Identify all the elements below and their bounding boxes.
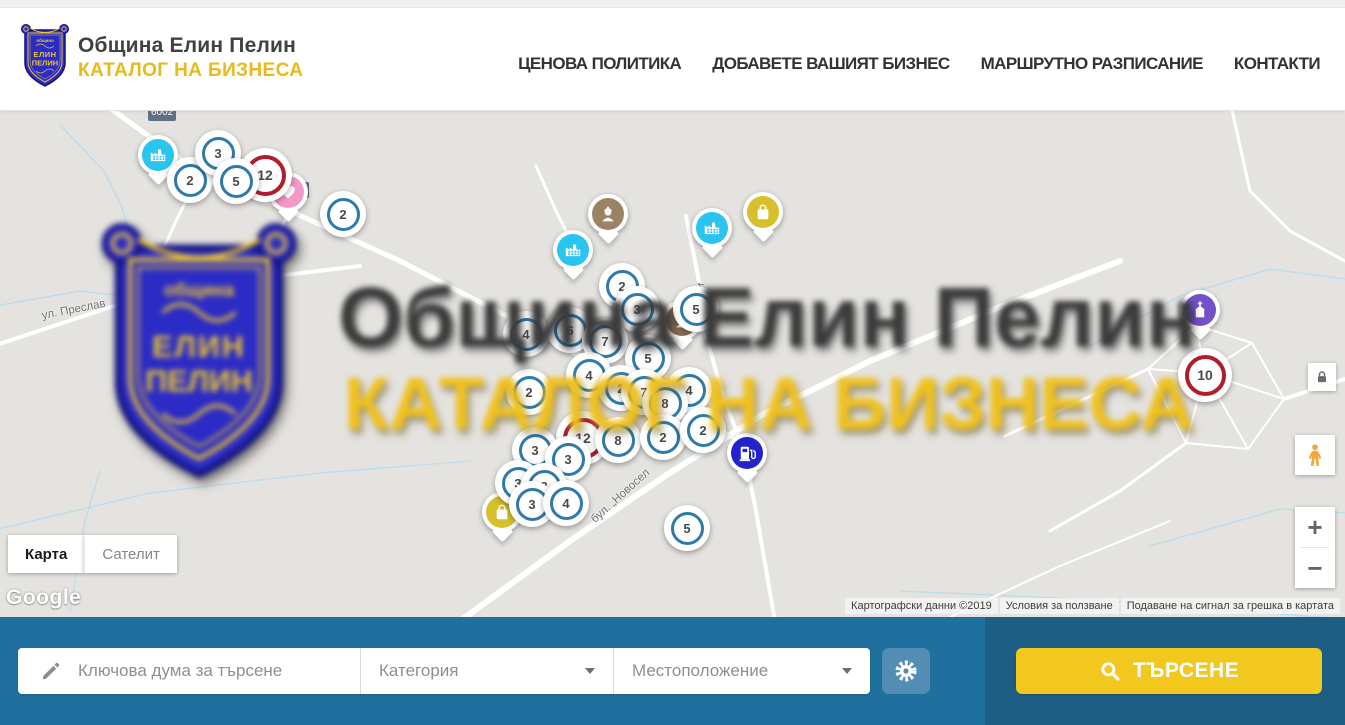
pegman-icon bbox=[1302, 442, 1328, 468]
map-lock-button[interactable] bbox=[1308, 363, 1336, 391]
gear-icon bbox=[894, 659, 918, 683]
church-icon bbox=[1184, 294, 1216, 326]
cluster-count: 4 bbox=[550, 487, 583, 520]
nav-item-route-schedule[interactable]: МАРШРУТНО РАЗПИСАНИЕ bbox=[981, 54, 1203, 74]
map-pin-church[interactable] bbox=[1180, 290, 1220, 330]
search-input[interactable] bbox=[78, 661, 360, 681]
main-navigation: ЦЕНОВА ПОЛИТИКА ДОБАВЕТЕ ВАШИЯТ БИЗНЕС М… bbox=[518, 54, 1320, 74]
map-cluster-marker[interactable]: 10 bbox=[1178, 348, 1232, 402]
search-panel: Категория Местоположение ТЪРСЕНЕ bbox=[0, 617, 1345, 725]
nav-item-contacts[interactable]: КОНТАКТИ bbox=[1234, 54, 1320, 74]
street-view-pegman-button[interactable] bbox=[1295, 435, 1335, 475]
map-cluster-marker[interactable]: 4 bbox=[503, 311, 549, 357]
cluster-count: 4 bbox=[510, 318, 543, 351]
map-cluster-marker[interactable]: 2 bbox=[506, 369, 552, 415]
advanced-search-button[interactable] bbox=[882, 648, 930, 694]
chevron-down-icon bbox=[842, 668, 852, 674]
brand-title: Община Елин Пелин bbox=[78, 34, 303, 58]
map-pin-factory[interactable] bbox=[553, 230, 593, 270]
header-top-strip bbox=[0, 0, 1345, 8]
location-select[interactable]: Местоположение bbox=[613, 648, 870, 694]
map-cluster-marker[interactable]: 5 bbox=[673, 286, 719, 332]
attribution-copyright: Картографски данни ©2019 bbox=[845, 598, 998, 614]
map-pin-worker[interactable] bbox=[588, 194, 628, 234]
nav-item-add-business[interactable]: ДОБАВЕТЕ ВАШИЯТ БИЗНЕС bbox=[712, 54, 949, 74]
lock-icon bbox=[1314, 369, 1330, 385]
google-logo[interactable]: Google bbox=[6, 586, 81, 610]
fuel-icon bbox=[731, 437, 763, 469]
map-attribution: Картографски данни ©2019 Условия за полз… bbox=[845, 598, 1340, 614]
keyword-field bbox=[18, 648, 360, 694]
map-markers-layer: 231252235467542274812822333834510 bbox=[0, 111, 1345, 617]
cluster-count: 2 bbox=[327, 198, 360, 231]
map-pin-bag[interactable] bbox=[743, 192, 783, 232]
zoom-in-button[interactable]: + bbox=[1295, 507, 1335, 547]
google-map-canvas[interactable]: ул. Преславбул. „Новоселции6002 23125223… bbox=[0, 111, 1345, 617]
search-icon bbox=[1099, 660, 1121, 682]
page: ул. Преславбул. „Новоселции6002 23125223… bbox=[0, 0, 1345, 725]
cluster-count: 10 bbox=[1185, 355, 1226, 396]
cluster-count: 8 bbox=[602, 424, 635, 457]
map-cluster-marker[interactable]: 8 bbox=[595, 417, 641, 463]
zoom-out-button[interactable]: − bbox=[1295, 548, 1335, 588]
zoom-control: + − bbox=[1295, 507, 1335, 588]
worker-icon bbox=[592, 198, 624, 230]
map-type-map-button[interactable]: Карта bbox=[8, 535, 84, 573]
terms-of-use-link[interactable]: Условия за ползване bbox=[1000, 598, 1119, 614]
brand-text: Община Елин Пелин КАТАЛОГ НА БИЗНЕСА bbox=[78, 22, 303, 82]
search-button[interactable]: ТЪРСЕНЕ bbox=[1016, 648, 1322, 694]
category-select[interactable]: Категория bbox=[360, 648, 613, 694]
map-cluster-marker[interactable]: 2 bbox=[320, 191, 366, 237]
cluster-count: 2 bbox=[647, 421, 680, 454]
factory-icon bbox=[142, 139, 174, 171]
bag-icon bbox=[747, 196, 779, 228]
cluster-count: 3 bbox=[621, 293, 654, 326]
category-select-value: Категория bbox=[379, 661, 458, 681]
map-cluster-marker[interactable]: 5 bbox=[213, 158, 259, 204]
pencil-icon bbox=[40, 660, 62, 682]
map-type-control: Карта Сателит bbox=[8, 535, 177, 573]
cluster-count: 5 bbox=[671, 512, 704, 545]
factory-icon bbox=[696, 212, 728, 244]
map-pin-fuel[interactable] bbox=[727, 433, 767, 473]
map-cluster-marker[interactable]: 4 bbox=[543, 480, 589, 526]
chevron-down-icon bbox=[585, 668, 595, 674]
brand-logo-link[interactable]: Община Елин Пелин КАТАЛОГ НА БИЗНЕСА bbox=[20, 22, 303, 88]
search-fieldbar: Категория Местоположение bbox=[18, 648, 870, 694]
site-header: Община Елин Пелин КАТАЛОГ НА БИЗНЕСА ЦЕН… bbox=[0, 0, 1345, 111]
map-pin-factory[interactable] bbox=[692, 208, 732, 248]
search-button-label: ТЪРСЕНЕ bbox=[1133, 659, 1239, 683]
report-map-error-link[interactable]: Подаване на сигнал за грешка в картата bbox=[1121, 598, 1340, 614]
municipality-crest-logo bbox=[20, 22, 70, 88]
cluster-count: 5 bbox=[680, 293, 713, 326]
map-cluster-marker[interactable]: 2 bbox=[680, 407, 726, 453]
map-cluster-marker[interactable]: 5 bbox=[664, 505, 710, 551]
cluster-count: 2 bbox=[687, 414, 720, 447]
nav-item-pricing[interactable]: ЦЕНОВА ПОЛИТИКА bbox=[518, 54, 681, 74]
map-type-satellite-button[interactable]: Сателит bbox=[84, 535, 177, 573]
cluster-count: 5 bbox=[220, 165, 253, 198]
map-cluster-marker[interactable]: 2 bbox=[640, 414, 686, 460]
cluster-count: 2 bbox=[513, 376, 546, 409]
factory-icon bbox=[557, 234, 589, 266]
location-select-value: Местоположение bbox=[632, 661, 768, 681]
brand-subtitle: КАТАЛОГ НА БИЗНЕСА bbox=[78, 60, 303, 82]
